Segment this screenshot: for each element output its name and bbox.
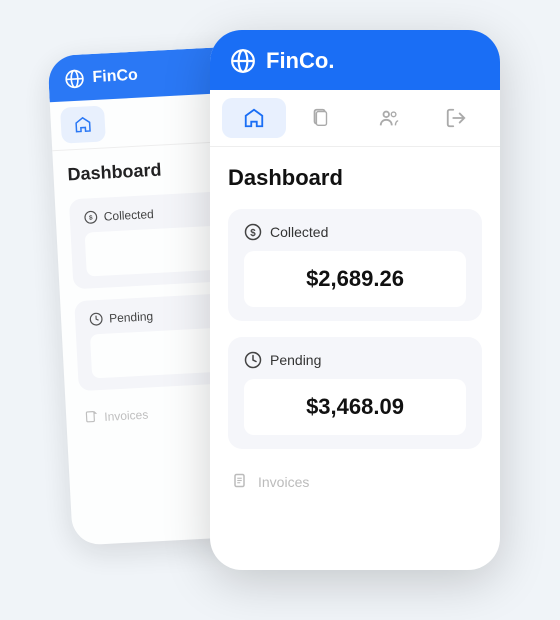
front-pending-text: Pending [270, 352, 321, 368]
front-pending-value: $3,468.09 [306, 394, 404, 420]
front-nav-documents[interactable] [290, 98, 354, 138]
clock-icon-back [89, 312, 104, 327]
front-collected-card: $ Collected $2,689.26 [228, 209, 482, 321]
front-invoices-label: Invoices [258, 474, 309, 490]
front-nav-logout[interactable] [425, 98, 489, 138]
front-page-title: Dashboard [228, 165, 482, 191]
front-collected-label: $ Collected [244, 223, 466, 241]
globe-icon-back [64, 68, 85, 89]
phone-front: FinCo. [210, 30, 500, 570]
front-invoices-section[interactable]: Invoices [228, 465, 482, 499]
svg-text:$: $ [250, 228, 256, 239]
invoice-icon-front [232, 473, 250, 491]
front-nav-home[interactable] [222, 98, 286, 138]
invoice-icon-back [84, 410, 99, 425]
globe-icon-front [230, 48, 256, 74]
front-content: Dashboard $ Collected $2,689.26 [210, 147, 500, 517]
back-app-name: FinCo [92, 67, 138, 87]
home-icon-front [243, 107, 265, 129]
front-pending-label: Pending [244, 351, 466, 369]
clock-icon-front [244, 351, 262, 369]
front-nav-bar[interactable] [210, 90, 500, 147]
users-icon-front [378, 107, 400, 129]
back-pending-text: Pending [109, 309, 154, 325]
back-collected-text: Collected [103, 207, 154, 224]
back-nav-home[interactable] [60, 105, 106, 143]
home-icon-back [73, 115, 92, 134]
front-collected-value-box: $2,689.26 [244, 251, 466, 307]
front-app-header: FinCo. [210, 30, 500, 90]
dollar-icon-back: $ [83, 210, 98, 225]
documents-icon-front [310, 107, 332, 129]
dollar-circle-icon: $ [244, 223, 262, 241]
svg-text:$: $ [89, 215, 93, 222]
front-pending-card: Pending $3,468.09 [228, 337, 482, 449]
front-collected-value: $2,689.26 [306, 266, 404, 292]
front-app-name: FinCo. [266, 48, 334, 74]
front-pending-value-box: $3,468.09 [244, 379, 466, 435]
front-collected-text: Collected [270, 224, 328, 240]
back-invoices-label: Invoices [104, 408, 149, 424]
scene: FinCo Dashboard $ Collected [60, 30, 500, 590]
logout-icon-front [445, 107, 467, 129]
front-nav-users[interactable] [357, 98, 421, 138]
